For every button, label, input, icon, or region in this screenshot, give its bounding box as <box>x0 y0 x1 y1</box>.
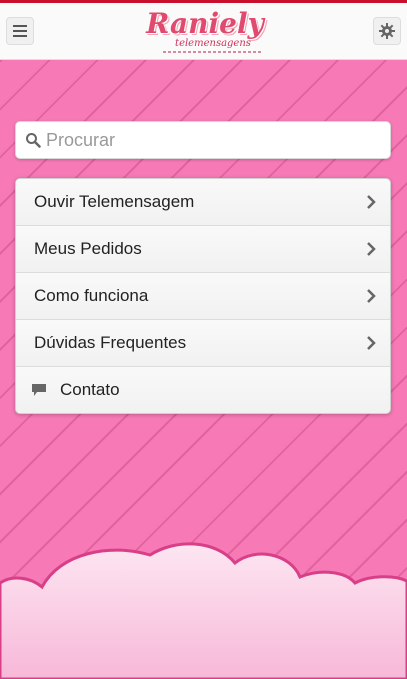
clouds-decoration <box>0 542 407 679</box>
gear-icon <box>379 23 395 39</box>
chevron-right-icon <box>367 242 376 256</box>
menu-item-contato[interactable]: Contato <box>16 367 390 413</box>
menu-item-duvidas-frequentes[interactable]: Dúvidas Frequentes <box>16 320 390 367</box>
brand-logo: Raniely telemensagens <box>145 7 265 59</box>
logo-name: Raniely <box>146 7 264 40</box>
chat-bubble-icon <box>32 384 46 396</box>
menu-item-label: Contato <box>60 380 120 399</box>
chevron-right-icon <box>367 336 376 350</box>
logo-subtitle: telemensagens <box>175 38 251 49</box>
app-header: Raniely telemensagens <box>0 3 407 60</box>
logo-tagline-decoration <box>163 51 263 53</box>
search-input[interactable] <box>46 128 376 152</box>
menu-item-label: Meus Pedidos <box>34 239 142 258</box>
menu-item-label: Ouvir Telemensagem <box>34 192 195 211</box>
hamburger-icon <box>13 25 27 37</box>
menu-button[interactable] <box>6 17 34 45</box>
chevron-right-icon <box>367 195 376 209</box>
settings-button[interactable] <box>373 17 401 45</box>
search-icon <box>26 133 41 148</box>
menu-item-ouvir-telemensagem[interactable]: Ouvir Telemensagem <box>16 179 390 226</box>
chevron-right-icon <box>367 289 376 303</box>
menu-item-label: Como funciona <box>34 286 149 305</box>
menu-item-label: Dúvidas Frequentes <box>34 333 187 352</box>
menu-item-como-funciona[interactable]: Como funciona <box>16 273 390 320</box>
search-bar[interactable] <box>15 121 391 159</box>
main-menu-list: Ouvir Telemensagem Meus Pedidos Como fun… <box>15 178 391 414</box>
menu-item-meus-pedidos[interactable]: Meus Pedidos <box>16 226 390 273</box>
